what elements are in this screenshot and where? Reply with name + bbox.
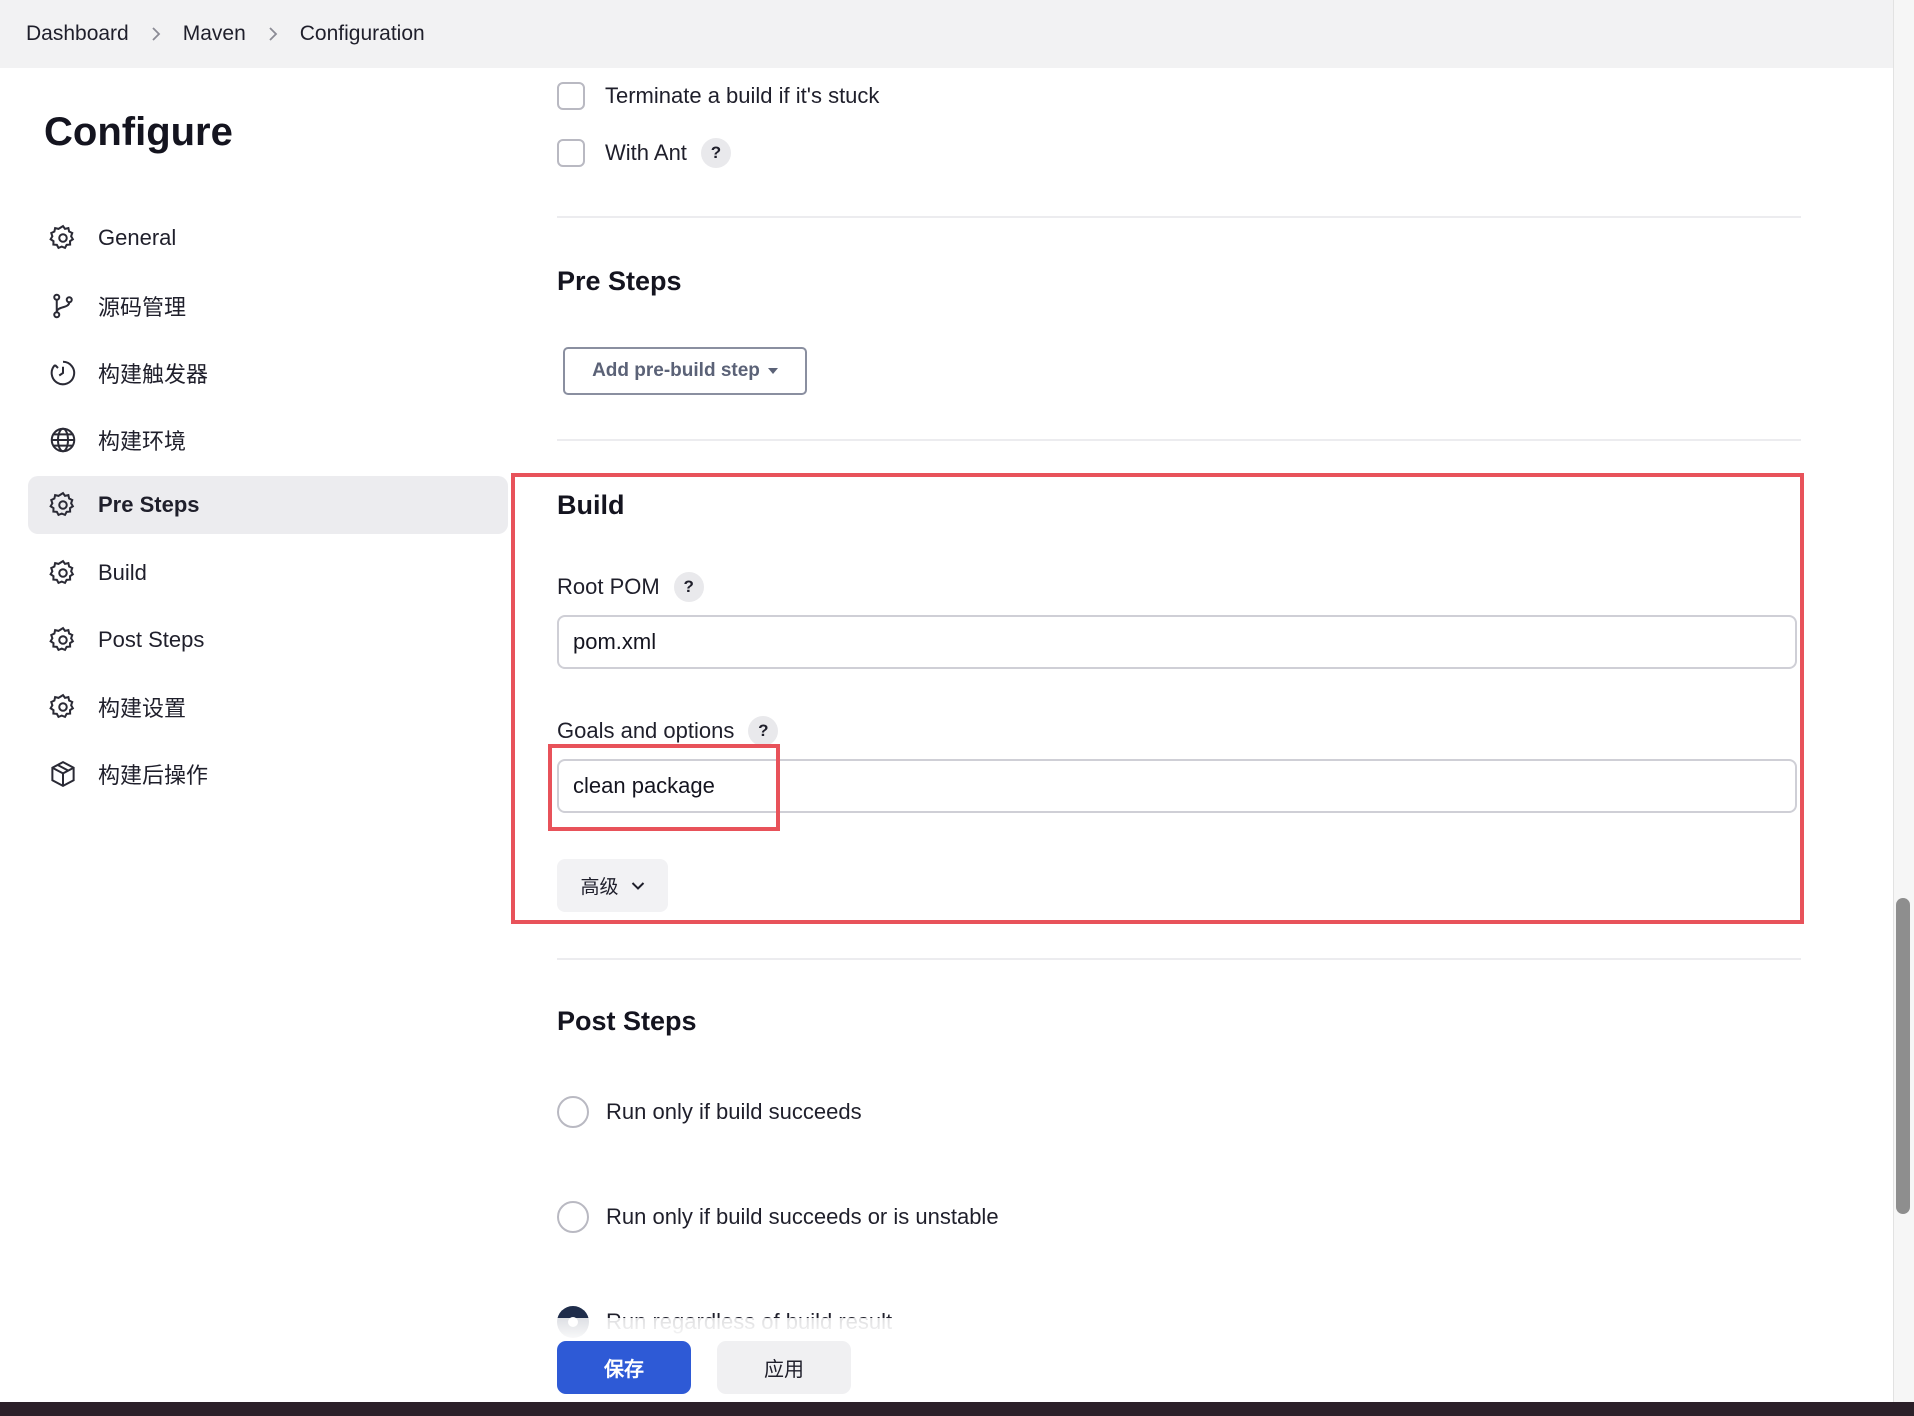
sidebar-item-build-triggers[interactable]: 构建触发器 <box>28 344 508 402</box>
sidebar-item-label: 源码管理 <box>98 295 187 320</box>
globe-icon <box>48 425 78 455</box>
advanced-label: 高级 <box>580 877 619 898</box>
help-icon[interactable]: ? <box>748 716 779 746</box>
sidebar-item-build-settings[interactable]: 构建设置 <box>28 678 508 736</box>
sidebar-item-general[interactable]: General <box>28 209 508 267</box>
root-pom-label-row: Root POM ? <box>557 572 704 602</box>
breadcrumb: Dashboard Maven Configuration <box>0 0 1893 68</box>
post-steps-title: Post Steps <box>557 1006 697 1036</box>
goals-label: Goals and options <box>557 718 735 743</box>
gear-icon <box>48 625 78 655</box>
post-step-option: Run only if build succeeds or is unstabl… <box>557 1201 999 1233</box>
build-section-highlight <box>511 473 1804 924</box>
timer-icon <box>48 358 78 388</box>
run-if-succeeds-or-unstable-label: Run only if build succeeds or is unstabl… <box>606 1204 999 1229</box>
sidebar-item-build[interactable]: Build <box>28 544 508 602</box>
add-pre-build-step-button[interactable]: Add pre-build step <box>563 347 807 395</box>
sidebar-item-build-environment[interactable]: 构建环境 <box>28 411 508 469</box>
git-branch-icon <box>48 291 78 321</box>
taskbar-strip <box>0 1402 1914 1416</box>
gear-icon <box>48 223 78 253</box>
with-ant-label: With Ant <box>605 140 687 165</box>
terminate-stuck-checkbox[interactable] <box>557 82 585 110</box>
sidebar-item-post-steps[interactable]: Post Steps <box>28 611 508 669</box>
build-title: Build <box>557 490 625 520</box>
terminate-stuck-option: Terminate a build if it's stuck <box>557 82 879 110</box>
caret-down-icon <box>767 368 778 374</box>
scrollbar-thumb[interactable] <box>1896 898 1910 1214</box>
package-icon <box>48 759 78 789</box>
run-if-succeeds-radio[interactable] <box>557 1096 589 1128</box>
with-ant-checkbox[interactable] <box>557 139 585 167</box>
sidebar-item-source-code[interactable]: 源码管理 <box>28 277 508 335</box>
help-icon[interactable]: ? <box>700 138 731 168</box>
root-pom-label: Root POM <box>557 574 660 599</box>
breadcrumb-dashboard[interactable]: Dashboard <box>26 22 129 46</box>
form-footer: 保存 应用 <box>540 1318 1893 1402</box>
sidebar-item-label: General <box>98 225 177 250</box>
advanced-button[interactable]: 高级 <box>557 859 668 912</box>
goals-input[interactable] <box>557 759 1797 813</box>
page-title: Configure <box>44 110 233 154</box>
run-if-succeeds-label: Run only if build succeeds <box>606 1099 862 1124</box>
add-pre-build-step-label: Add pre-build step <box>592 360 760 381</box>
sidebar-item-label: Pre Steps <box>98 492 200 517</box>
sidebar-item-label: 构建设置 <box>98 696 187 721</box>
sidebar-item-label: Post Steps <box>98 627 205 652</box>
chevron-right-icon <box>268 26 278 42</box>
gear-icon <box>48 490 78 520</box>
with-ant-option: With Ant ? <box>557 138 731 168</box>
sidebar-item-label: Build <box>98 560 147 585</box>
post-step-option: Run only if build succeeds <box>557 1096 862 1128</box>
save-button[interactable]: 保存 <box>557 1341 691 1394</box>
breadcrumb-maven[interactable]: Maven <box>183 22 246 46</box>
help-icon[interactable]: ? <box>673 572 704 602</box>
chevron-right-icon <box>151 26 161 42</box>
sidebar-item-post-build-actions[interactable]: 构建后操作 <box>28 745 508 803</box>
pre-steps-title: Pre Steps <box>557 266 682 296</box>
sidebar-item-pre-steps[interactable]: Pre Steps <box>28 476 508 534</box>
breadcrumb-configuration[interactable]: Configuration <box>300 22 425 46</box>
section-divider <box>557 439 1801 441</box>
chevron-down-icon <box>631 881 645 891</box>
root-pom-input[interactable] <box>557 615 1797 669</box>
sidebar-item-label: 构建环境 <box>98 429 187 454</box>
run-if-succeeds-or-unstable-radio[interactable] <box>557 1201 589 1233</box>
section-divider <box>557 216 1801 218</box>
apply-button[interactable]: 应用 <box>717 1341 851 1394</box>
gear-icon <box>48 558 78 588</box>
goals-label-row: Goals and options ? <box>557 716 779 746</box>
sidebar-item-label: 构建触发器 <box>98 362 209 387</box>
sidebar-item-label: 构建后操作 <box>98 763 209 788</box>
section-divider <box>557 958 1801 960</box>
terminate-stuck-label: Terminate a build if it's stuck <box>605 83 880 108</box>
gear-icon <box>48 692 78 722</box>
